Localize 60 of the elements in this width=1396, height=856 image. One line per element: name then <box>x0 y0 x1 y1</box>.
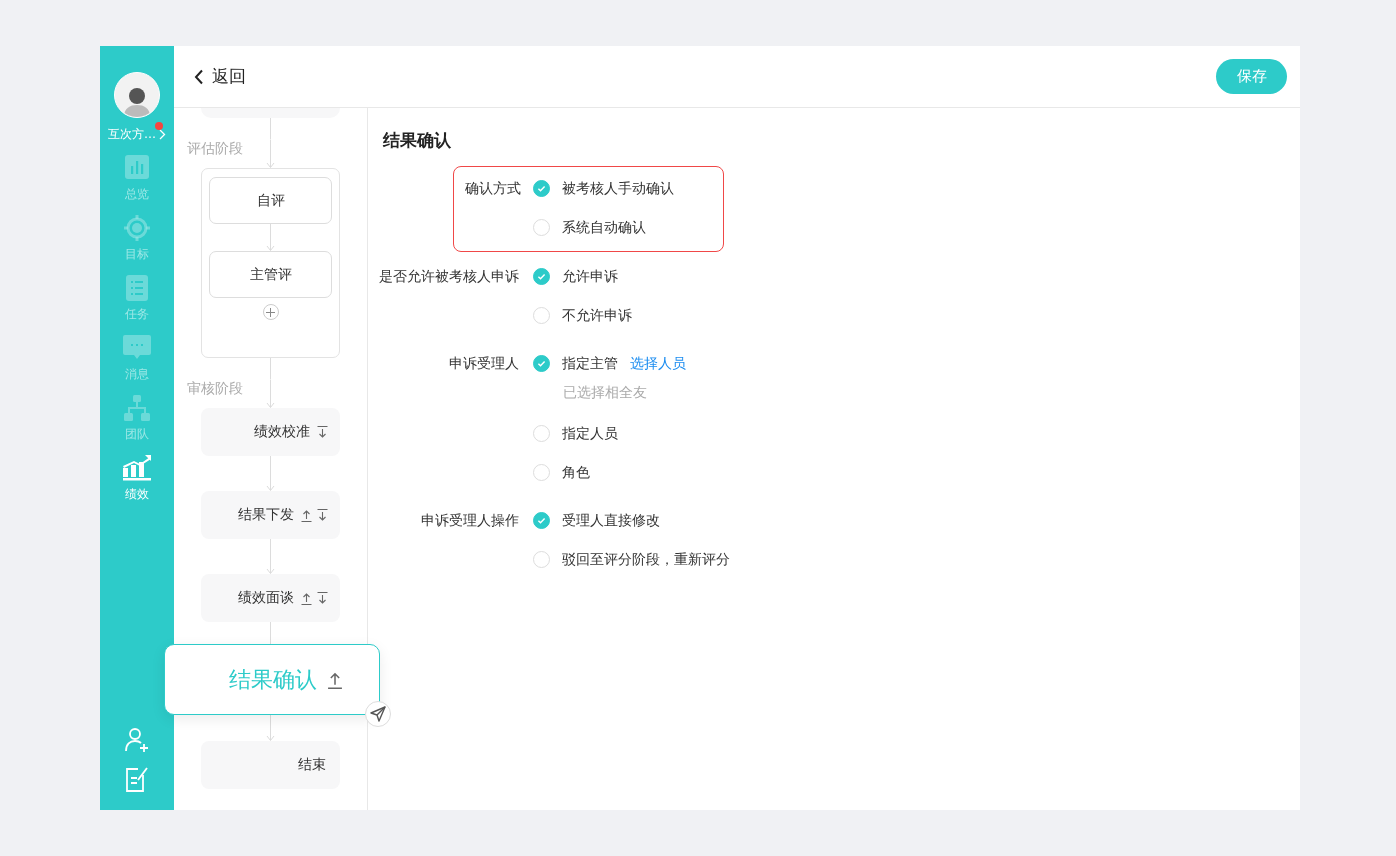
send-icon[interactable] <box>365 701 391 727</box>
stage-label: 审核阶段 <box>187 380 243 398</box>
avatar[interactable] <box>114 72 160 118</box>
move-up-icon[interactable] <box>301 508 312 522</box>
chevron-left-icon <box>194 68 204 85</box>
radio-button[interactable] <box>533 551 550 568</box>
stage-label: 评估阶段 <box>187 140 243 158</box>
message-icon <box>123 335 151 359</box>
flow-node[interactable] <box>201 108 340 118</box>
field-label: 申诉受理人操作 <box>421 511 519 530</box>
radio-label[interactable]: 角色 <box>562 463 590 482</box>
list-icon <box>126 275 148 301</box>
add-node-button[interactable] <box>262 304 279 320</box>
selected-person-text: 已选择相全友 <box>563 384 647 402</box>
field-label: 确认方式 <box>465 179 521 198</box>
section-title: 结果确认 <box>383 129 452 152</box>
org-chart-icon <box>124 395 150 421</box>
flow-node[interactable]: 绩效面谈 <box>201 574 340 622</box>
field-label: 是否允许被考核人申诉 <box>379 267 519 286</box>
flow-node[interactable]: 主管评 <box>209 251 332 298</box>
flow-node[interactable]: 结果下发 <box>201 491 340 539</box>
radio-button[interactable] <box>533 464 550 481</box>
move-down-icon[interactable] <box>317 425 328 439</box>
connector-arrow <box>266 224 275 251</box>
radio-label[interactable]: 允许申诉 <box>562 267 618 286</box>
radio-button[interactable] <box>533 219 550 236</box>
move-down-icon[interactable] <box>317 591 328 605</box>
move-down-icon[interactable] <box>317 508 328 522</box>
field-label: 申诉受理人 <box>449 354 519 373</box>
radio-label[interactable]: 系统自动确认 <box>562 218 646 237</box>
radio-button[interactable] <box>533 307 550 324</box>
select-people-link[interactable]: 选择人员 <box>630 354 686 373</box>
bar-chart-icon <box>125 155 149 179</box>
radio-button[interactable] <box>533 425 550 442</box>
radio-label[interactable]: 指定人员 <box>562 424 618 443</box>
connector-arrow <box>266 398 275 408</box>
edit-note-icon[interactable] <box>125 766 149 792</box>
radio-button[interactable] <box>533 355 550 372</box>
radio-label[interactable]: 指定主管 <box>562 354 618 373</box>
flow-node[interactable]: 自评 <box>209 177 332 224</box>
growth-chart-icon <box>123 455 151 481</box>
move-up-icon[interactable] <box>301 591 312 605</box>
radio-label[interactable]: 驳回至评分阶段，重新评分 <box>562 550 730 569</box>
add-user-icon[interactable] <box>124 727 150 753</box>
flow-node[interactable]: 结束 <box>201 741 340 789</box>
chevron-right-icon[interactable] <box>159 129 166 140</box>
radio-button[interactable] <box>533 512 550 529</box>
radio-label[interactable]: 受理人直接修改 <box>562 511 660 530</box>
connector-arrow <box>266 539 275 574</box>
radio-label[interactable]: 不允许申诉 <box>562 306 632 325</box>
connector-arrow <box>266 456 275 491</box>
flow-node[interactable]: 绩效校准 <box>201 408 340 456</box>
person-silhouette-icon <box>124 87 150 117</box>
move-up-icon[interactable] <box>327 670 343 689</box>
back-button[interactable]: 返回 <box>194 65 246 88</box>
radio-button[interactable] <box>533 180 550 197</box>
radio-label[interactable]: 被考核人手动确认 <box>562 179 674 198</box>
plus-icon <box>266 307 275 317</box>
target-icon <box>124 215 150 241</box>
radio-button[interactable] <box>533 268 550 285</box>
